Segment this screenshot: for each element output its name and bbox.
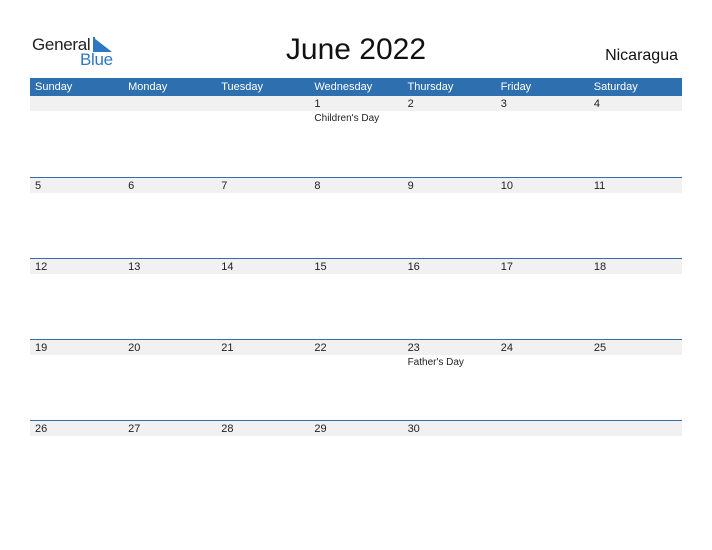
day-cell: 12 — [30, 258, 123, 339]
day-cell: 7 — [216, 177, 309, 258]
holiday-label: Father's Day — [407, 357, 464, 368]
day-number: 9 — [407, 180, 414, 192]
day-number: 20 — [128, 342, 141, 354]
day-number: 5 — [35, 180, 42, 192]
day-cell: 29 — [309, 420, 402, 501]
day-number: 6 — [128, 180, 135, 192]
day-cell: 14 — [216, 258, 309, 339]
day-cell: 19 — [30, 339, 123, 420]
day-cell: 20 — [123, 339, 216, 420]
day-cell: 5 — [30, 177, 123, 258]
weekday-thursday: Thursday — [407, 81, 454, 93]
day-number: 18 — [593, 261, 607, 273]
day-cell: 21 — [216, 339, 309, 420]
day-cell: 9 — [403, 177, 496, 258]
day-cell: 17 — [496, 258, 589, 339]
day-number: 3 — [500, 98, 507, 110]
day-cell: 23 Father's Day — [403, 339, 496, 420]
day-number: 17 — [500, 261, 513, 273]
weekday-sunday: Sunday — [35, 81, 73, 93]
day-number: 11 — [593, 180, 606, 192]
day-cell: 27 — [123, 420, 216, 501]
week-row: 1 Children's Day 2 3 4 — [30, 96, 682, 177]
day-cell: 2 — [403, 96, 496, 177]
day-number: 27 — [128, 423, 141, 435]
day-number: 19 — [35, 342, 48, 354]
day-number: 15 — [314, 261, 327, 273]
day-number: 29 — [314, 423, 327, 435]
day-cell — [496, 420, 589, 501]
day-cell: 18 — [589, 258, 682, 339]
weekday-tuesday: Tuesday — [221, 81, 264, 93]
day-cell: 10 — [496, 177, 589, 258]
day-cell: 13 — [123, 258, 216, 339]
day-number: 24 — [500, 342, 513, 354]
week-row: 12 13 14 15 16 17 18 — [30, 258, 682, 339]
day-number: 25 — [593, 342, 607, 354]
week-row: 5 6 7 8 9 10 11 — [30, 177, 682, 258]
day-number: 21 — [221, 342, 234, 354]
day-cell: 11 — [589, 177, 682, 258]
weekday-friday: Friday — [500, 81, 532, 93]
day-number: 12 — [35, 261, 48, 273]
day-number: 26 — [35, 423, 48, 435]
day-number: 1 — [314, 98, 321, 110]
day-cell: 24 — [496, 339, 589, 420]
day-cell: 22 — [309, 339, 402, 420]
day-cell: 1 Children's Day — [309, 96, 402, 177]
day-number: 28 — [221, 423, 234, 435]
day-cell: 25 — [589, 339, 682, 420]
day-cell — [589, 420, 682, 501]
day-number: 2 — [407, 98, 414, 110]
day-cell — [30, 96, 123, 177]
day-number: 16 — [407, 261, 420, 273]
weekday-saturday: Saturday — [593, 81, 638, 93]
day-cell: 26 — [30, 420, 123, 501]
holiday-label: Children's Day — [314, 113, 380, 124]
day-number: 30 — [407, 423, 420, 435]
day-cell: 6 — [123, 177, 216, 258]
day-cell: 4 — [589, 96, 682, 177]
weekday-header: Sunday Monday Tuesday Wednesday Thursday… — [30, 78, 682, 96]
day-cell: 16 — [403, 258, 496, 339]
weekday-monday: Monday — [128, 81, 168, 93]
day-number: 10 — [500, 180, 513, 192]
day-number: 13 — [128, 261, 141, 273]
week-row: 26 27 28 29 30 — [30, 420, 682, 501]
day-number: 4 — [593, 98, 600, 110]
weekday-wednesday: Wednesday — [314, 81, 373, 93]
day-number: 14 — [221, 261, 234, 273]
day-cell — [216, 96, 309, 177]
day-cell: 30 — [403, 420, 496, 501]
day-cell: 8 — [309, 177, 402, 258]
day-cell: 3 — [496, 96, 589, 177]
day-cell: 28 — [216, 420, 309, 501]
day-cell: 15 — [309, 258, 402, 339]
country-label: Nicaragua — [605, 47, 678, 64]
day-number: 8 — [314, 180, 321, 192]
week-row: 19 20 21 22 23 Father's Day 24 25 — [30, 339, 682, 420]
day-number: 23 — [407, 342, 420, 354]
day-number: 22 — [314, 342, 327, 354]
day-number: 7 — [221, 180, 228, 192]
day-cell — [123, 96, 216, 177]
